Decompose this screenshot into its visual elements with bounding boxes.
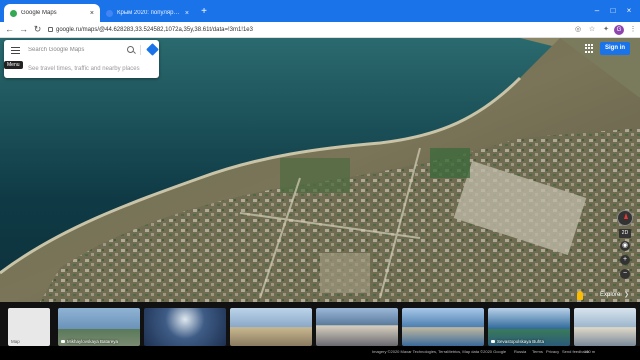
star-icon[interactable]: ☆ <box>587 25 597 35</box>
photo-thumbnail[interactable] <box>574 308 636 346</box>
search-divider <box>140 45 141 55</box>
search-input[interactable] <box>28 44 123 56</box>
photo-thumbnail[interactable] <box>402 308 484 346</box>
tab-title: Google Maps <box>21 10 57 16</box>
site-favicon-icon <box>106 9 113 17</box>
chevron-right-icon[interactable]: ❯ <box>624 291 629 298</box>
browser-toolbar: ← → ↻ google.ru/maps/@44.628283,33.52458… <box>0 22 640 38</box>
forward-icon[interactable]: → <box>18 24 29 35</box>
photo-thumbnail[interactable] <box>230 308 312 346</box>
explore-label[interactable]: Explore <box>600 292 620 298</box>
zoom-in-button[interactable]: + <box>620 255 630 265</box>
plus-icon[interactable]: + <box>199 7 209 17</box>
search-panel: See travel times, traffic and nearby pla… <box>4 40 159 78</box>
browser-tab-strip: Google Maps × Крым 2020: популярные живы… <box>0 0 640 22</box>
tab-crimea[interactable]: Крым 2020: популярные живые с... × <box>100 4 195 22</box>
url-text: google.ru/maps/@44.628283,33.524582,1072… <box>56 27 253 33</box>
google-apps-icon[interactable] <box>585 44 594 53</box>
close-icon[interactable]: × <box>622 5 636 17</box>
view-2d-button[interactable]: 2D <box>619 229 631 238</box>
imagery-credit: Imagery ©2020 Maxar Technologies, TerraM… <box>372 349 507 354</box>
more-icon[interactable]: ⋮ <box>628 25 638 35</box>
caption-text: Sevastopolskaya Buhta <box>497 339 545 344</box>
attribution-bar: Imagery ©2020 Maxar Technologies, TerraM… <box>0 346 640 360</box>
imagery-strip: Map Mikhaylovskaya Batareya Sevastopolsk… <box>0 302 640 346</box>
reload-icon[interactable]: ↻ <box>32 24 43 35</box>
photo-thumbnail[interactable]: Mikhaylovskaya Batareya <box>58 308 140 346</box>
travel-hint: See travel times, traffic and nearby pla… <box>28 66 140 72</box>
compass-icon[interactable] <box>617 210 633 226</box>
close-tab-icon[interactable]: × <box>90 10 94 17</box>
zoom-out-button[interactable]: − <box>620 269 630 279</box>
country-label[interactable]: Russia <box>514 349 526 354</box>
menu-tooltip: Menu <box>4 61 23 69</box>
photo-thumbnail[interactable] <box>316 308 398 346</box>
photo-thumbnail[interactable] <box>144 308 226 346</box>
caption-text: Mikhaylovskaya Batareya <box>67 339 119 344</box>
scale-label[interactable]: 100 m <box>584 349 595 354</box>
thumbnail-caption: Sevastopolskaya Buhta <box>491 339 544 344</box>
maps-favicon-icon <box>10 9 17 17</box>
directions-icon[interactable] <box>146 43 159 56</box>
extensions-icon[interactable]: ✦ <box>601 25 611 35</box>
privacy-link[interactable]: Privacy <box>546 349 559 354</box>
search-icon[interactable] <box>127 46 134 53</box>
lock-icon <box>48 26 53 32</box>
minimize-icon[interactable]: – <box>590 5 604 17</box>
maximize-icon[interactable]: □ <box>606 5 620 17</box>
location-icon[interactable]: ◎ <box>573 25 583 35</box>
pegman-icon[interactable] <box>577 291 583 300</box>
camera-icon <box>61 340 65 344</box>
menu-icon[interactable] <box>11 47 20 54</box>
screen: Google Maps × Крым 2020: популярные живы… <box>0 0 640 360</box>
tab-title: Крым 2020: популярные живые с... <box>117 10 181 16</box>
location-target-icon[interactable]: ◉ <box>620 241 630 251</box>
profile-avatar[interactable]: G <box>614 25 624 35</box>
tab-google-maps[interactable]: Google Maps × <box>4 4 100 22</box>
sign-in-button[interactable]: Sign in <box>600 42 630 55</box>
address-bar[interactable]: google.ru/maps/@44.628283,33.524582,1072… <box>48 24 568 36</box>
terms-link[interactable]: Terms <box>532 349 543 354</box>
camera-icon <box>491 340 495 344</box>
thumbnail-caption: Map <box>11 339 20 344</box>
photo-thumbnail[interactable]: Sevastopolskaya Buhta <box>488 308 570 346</box>
map-layer-thumbnail[interactable]: Map <box>8 308 50 346</box>
close-tab-icon[interactable]: × <box>185 10 189 17</box>
back-icon[interactable]: ← <box>4 24 15 35</box>
thumbnail-caption: Mikhaylovskaya Batareya <box>61 339 118 344</box>
